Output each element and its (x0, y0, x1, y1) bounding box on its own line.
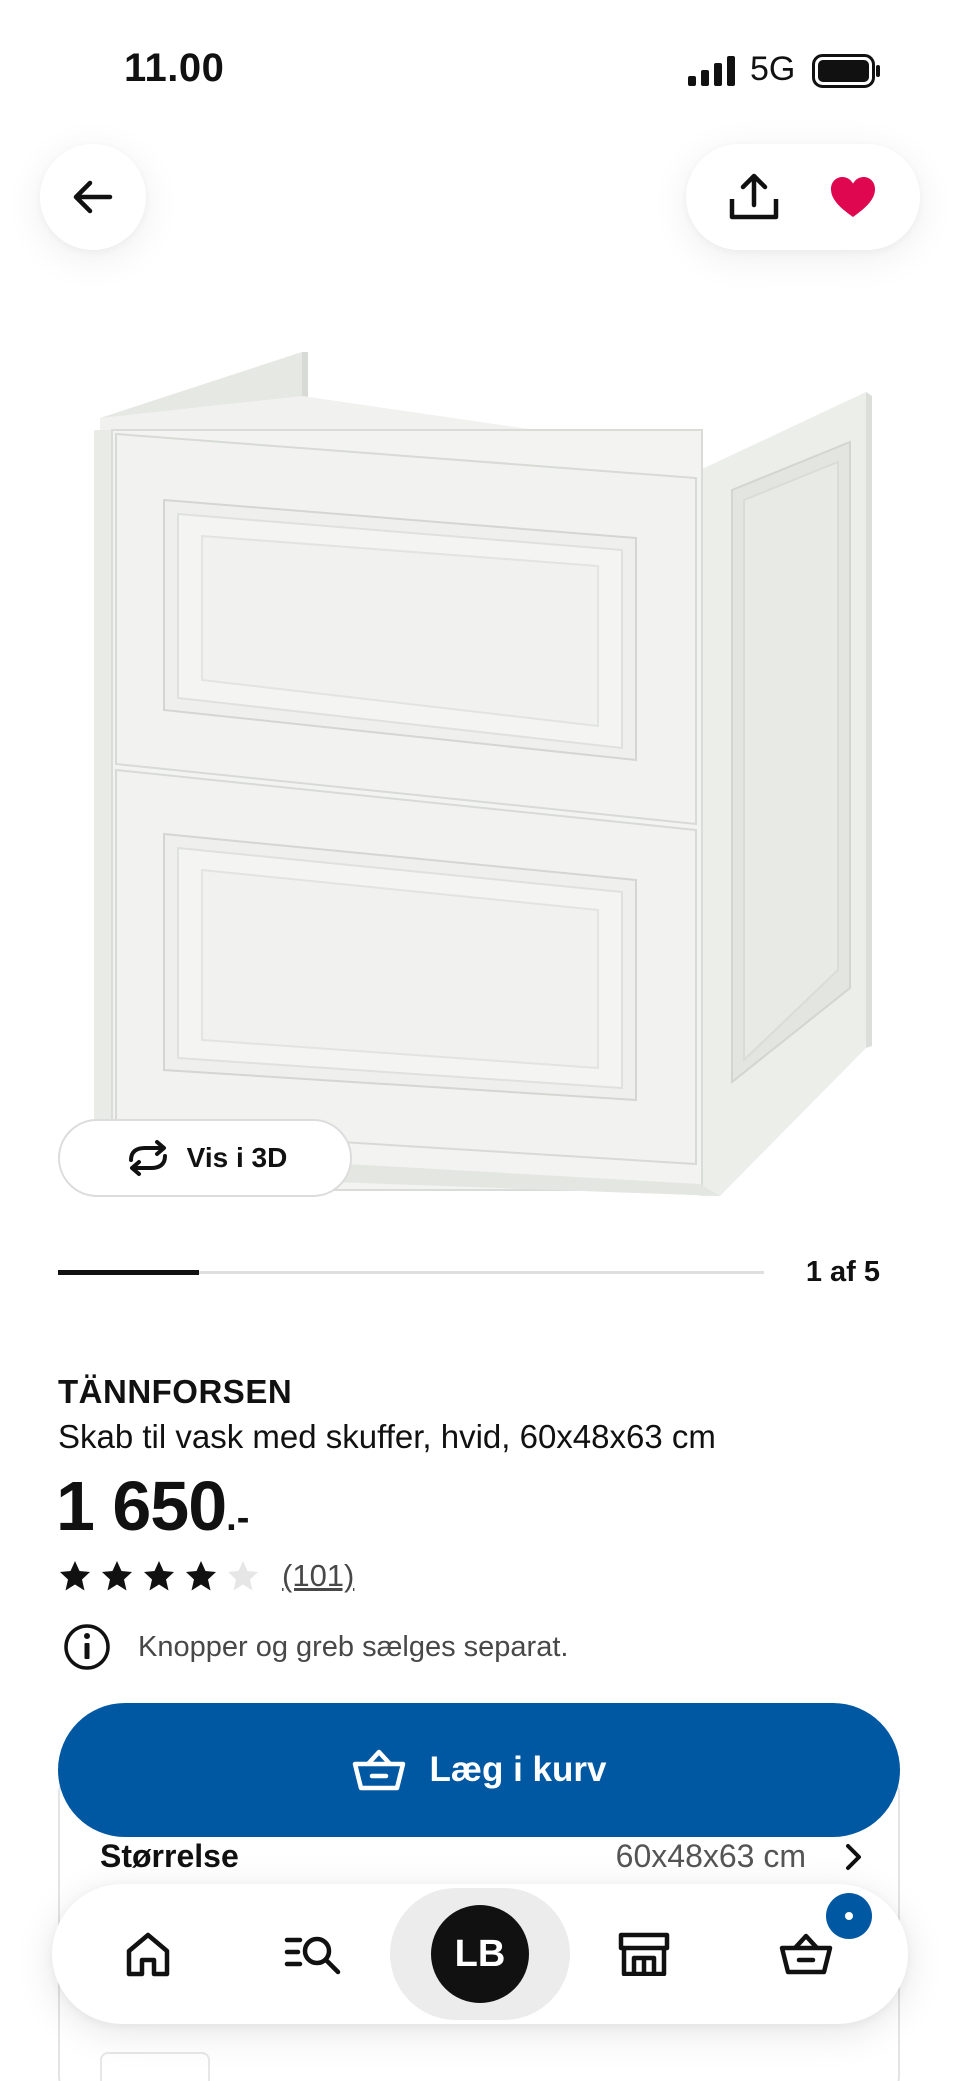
notice-text: Knopper og greb sælges separat. (138, 1630, 569, 1663)
status-bar: 11.00 5G (0, 0, 960, 140)
cellular-signal-icon (688, 56, 735, 86)
nav-stores[interactable] (584, 1884, 704, 2024)
network-type: 5G (750, 50, 796, 88)
product-name: TÄNNFORSEN (58, 1373, 293, 1410)
battery-icon (812, 54, 880, 88)
size-label: Størrelse (100, 1838, 239, 1874)
heart-filled-icon (830, 177, 875, 217)
view-3d-label: Vis i 3D (186, 1142, 288, 1173)
product-image[interactable] (60, 330, 900, 1210)
cart-badge (826, 1893, 872, 1939)
store-icon (618, 1932, 670, 1976)
header-actions (686, 144, 920, 250)
home-icon (126, 1932, 170, 1977)
share-button[interactable] (724, 167, 784, 227)
rating-stars (58, 1559, 260, 1593)
cart-badge-dot (845, 1912, 853, 1920)
nav-home[interactable] (88, 1884, 208, 2024)
star-filled-icon (186, 1561, 216, 1591)
favorite-button[interactable] (823, 167, 883, 227)
nav-profile[interactable]: LB (420, 1884, 540, 2024)
product-rating[interactable]: (101) (58, 1558, 354, 1594)
back-button[interactable] (40, 144, 146, 250)
star-filled-icon (60, 1561, 90, 1591)
star-filled-icon (144, 1561, 174, 1591)
avatar: LB (431, 1905, 529, 2003)
nav-search[interactable] (253, 1884, 373, 2024)
search-list-icon (284, 1936, 341, 1975)
star-empty-icon (228, 1561, 258, 1591)
info-circle-icon (64, 1624, 110, 1670)
gallery-progress-fill (58, 1270, 200, 1275)
basket-icon (352, 1749, 405, 1791)
star-filled-icon (102, 1561, 132, 1591)
price-suffix: .- (226, 1497, 250, 1539)
view-3d-button[interactable]: Vis i 3D (58, 1119, 352, 1197)
basket-icon (779, 1933, 833, 1975)
arrow-left-icon (73, 180, 113, 214)
gallery-progress (58, 1270, 764, 1275)
share-upload-icon (729, 173, 778, 220)
review-count-link[interactable]: (101) (282, 1558, 354, 1594)
size-option-row[interactable]: Størrelse 60x48x63 cm (100, 1838, 870, 1875)
add-to-cart-button[interactable]: Læg i kurv (58, 1703, 900, 1837)
price-value: 1 650 (56, 1467, 227, 1545)
product-description: Skab til vask med skuffer, hvid, 60x48x6… (58, 1418, 716, 1455)
status-time: 11.00 (124, 46, 225, 90)
rotate-3d-icon (128, 1140, 167, 1176)
product-notice: Knopper og greb sælges separat. (62, 1622, 568, 1672)
chevron-right-icon (846, 1843, 861, 1870)
gallery-position: 1 af 5 (805, 1256, 880, 1288)
size-value: 60x48x63 cm (615, 1838, 806, 1874)
bottom-navigation: LB (52, 1884, 908, 2024)
option-swatch[interactable] (100, 2052, 210, 2081)
product-price: 1 650 .- (56, 1466, 249, 1546)
add-to-cart-label: Læg i kurv (429, 1750, 607, 1789)
